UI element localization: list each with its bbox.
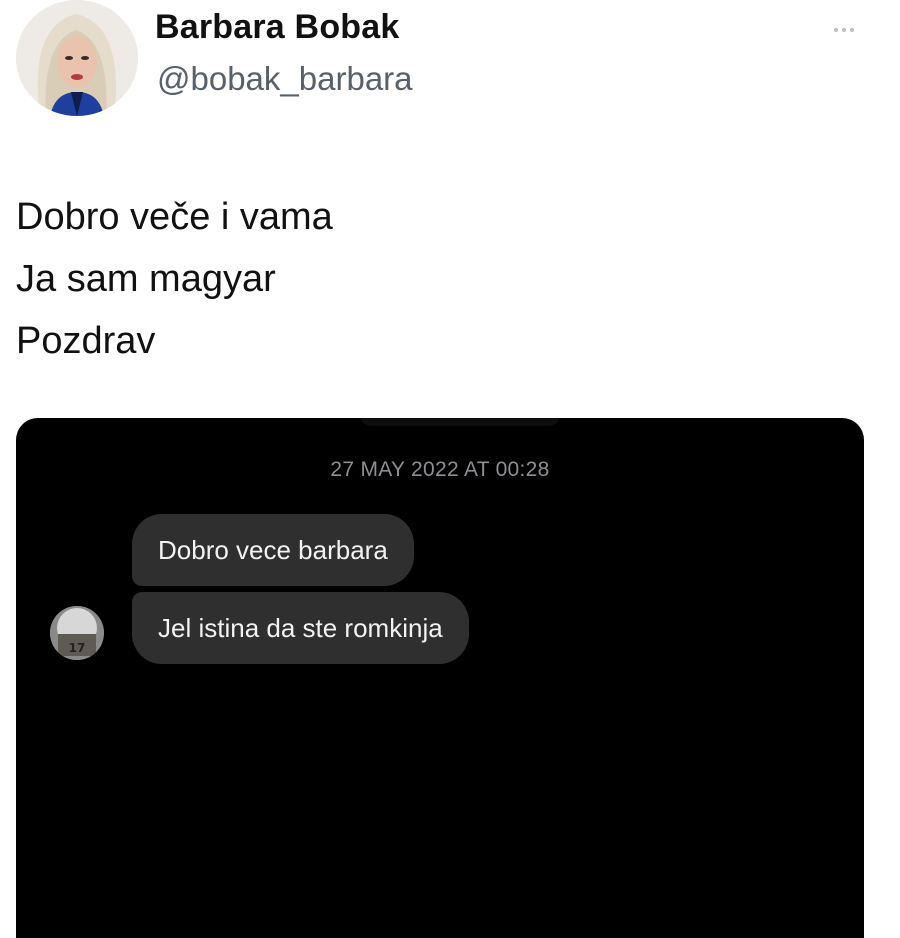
message-bubble: Dobro vece barbara xyxy=(132,514,414,586)
tweet-line: Ja sam magyar xyxy=(16,258,276,300)
display-name[interactable]: Barbara Bobak xyxy=(155,8,399,47)
tweet-card: Barbara Bobak @bobak_barbara Dobro veče … xyxy=(0,0,900,938)
message-bubble: Jel istina da ste romkinja xyxy=(132,592,469,664)
dot xyxy=(834,28,838,32)
dot xyxy=(850,28,854,32)
message-timestamp: 27 MAY 2022 AT 00:28 xyxy=(330,458,550,481)
user-handle[interactable]: @bobak_barbara xyxy=(157,60,413,98)
tweet-text: Dobro veče i vama Ja sam magyar Pozdrav xyxy=(16,186,333,372)
more-options-icon[interactable] xyxy=(824,22,864,38)
profile-photo-icon xyxy=(16,0,138,116)
sender-avatar-icon: 17 xyxy=(50,606,104,660)
tweet-line: Dobro veče i vama xyxy=(16,196,333,238)
sender-avatar: 17 xyxy=(50,606,104,660)
dot xyxy=(842,28,846,32)
profile-avatar[interactable] xyxy=(16,0,138,116)
screenshot-notch xyxy=(360,418,560,426)
attached-screenshot[interactable]: 27 MAY 2022 AT 00:28 Dobro vece barbara … xyxy=(16,418,864,938)
tweet-line: Pozdrav xyxy=(16,320,156,362)
sender-avatar-badge: 17 xyxy=(69,641,86,655)
